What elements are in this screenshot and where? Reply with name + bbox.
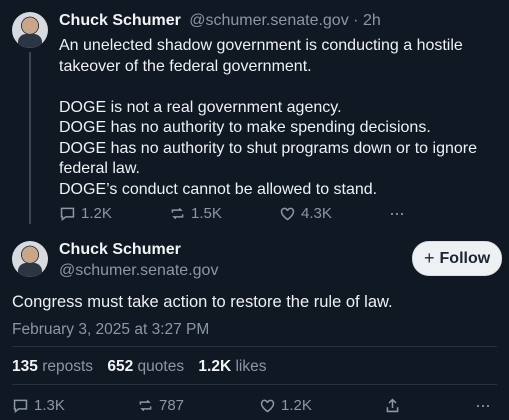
repost-button[interactable]: 1.5K <box>169 205 222 222</box>
more-options-button[interactable]: ··· <box>389 203 405 224</box>
repost-count: 787 <box>159 397 185 414</box>
quotes-stat[interactable]: 652 quotes <box>107 358 188 375</box>
reply-icon <box>13 399 28 413</box>
post-text-line <box>59 77 499 98</box>
reposts-label: reposts <box>42 358 94 375</box>
post-text: An unelected shadow government is conduc… <box>59 36 499 200</box>
plus-icon: + <box>424 248 435 268</box>
quotes-count: 652 <box>107 358 134 375</box>
post-text-line: DOGE’s conduct cannot be allowed to stan… <box>59 180 378 198</box>
follow-label: Follow <box>439 249 491 267</box>
author-handle[interactable]: @schumer.senate.gov <box>59 262 218 280</box>
share-button[interactable] <box>384 397 401 414</box>
avatar[interactable] <box>12 241 48 277</box>
post-text-line: DOGE is not a real government agency. <box>59 98 342 116</box>
more-options-button[interactable]: ··· <box>475 395 491 416</box>
heart-icon <box>280 207 295 221</box>
like-count: 4.3K <box>301 205 332 222</box>
repost-count: 1.5K <box>191 205 222 222</box>
like-button[interactable]: 4.3K <box>279 205 332 222</box>
heart-icon <box>260 399 275 413</box>
reply-button[interactable]: 1.2K <box>59 205 112 222</box>
repost-icon <box>139 399 152 412</box>
likes-stat[interactable]: 1.2K likes <box>198 358 266 375</box>
likes-count: 1.2K <box>198 358 232 375</box>
post-text-line: takeover of the federal government. <box>59 57 312 75</box>
follow-button[interactable]: + Follow <box>412 241 503 276</box>
engagement-stats: 135 reposts 652 quotes 1.2K likes <box>12 358 266 376</box>
post-text-line: An unelected shadow government is conduc… <box>59 37 463 54</box>
more-icon: ··· <box>389 203 405 223</box>
quotes-label: quotes <box>137 358 185 375</box>
author-handle[interactable]: @schumer.senate.gov <box>189 12 348 29</box>
post-time[interactable]: 2h <box>363 12 381 29</box>
reply-button[interactable]: 1.3K <box>12 397 65 414</box>
likes-label: likes <box>235 358 267 375</box>
thread-line <box>29 52 31 224</box>
repost-icon <box>171 207 184 220</box>
author-name[interactable]: Chuck Schumer <box>59 241 181 259</box>
reply-count: 1.3K <box>34 397 65 414</box>
reposts-stat[interactable]: 135 reposts <box>12 358 97 375</box>
reply-count: 1.2K <box>81 205 112 222</box>
author-name[interactable]: Chuck Schumer <box>59 12 181 29</box>
post-text: Congress must take action to restore the… <box>12 293 393 311</box>
like-count: 1.2K <box>281 397 312 414</box>
reposts-count: 135 <box>12 358 38 375</box>
more-icon: ··· <box>475 395 491 415</box>
repost-button[interactable]: 787 <box>137 397 184 414</box>
post-text-line: DOGE has no authority to shut programs d… <box>59 139 477 157</box>
post-header: Chuck Schumer @schumer.senate.gov · 2h <box>59 12 381 30</box>
avatar[interactable] <box>12 12 48 48</box>
post-text-line: federal law. <box>59 160 140 177</box>
share-icon <box>386 398 399 413</box>
separator: · <box>353 12 359 29</box>
post-text-line: DOGE has no authority to make spending d… <box>59 119 431 136</box>
like-button[interactable]: 1.2K <box>259 397 312 414</box>
post-timestamp[interactable]: February 3, 2025 at 3:27 PM <box>12 321 209 339</box>
reply-icon <box>60 207 75 221</box>
divider <box>12 384 497 385</box>
divider <box>12 346 497 347</box>
